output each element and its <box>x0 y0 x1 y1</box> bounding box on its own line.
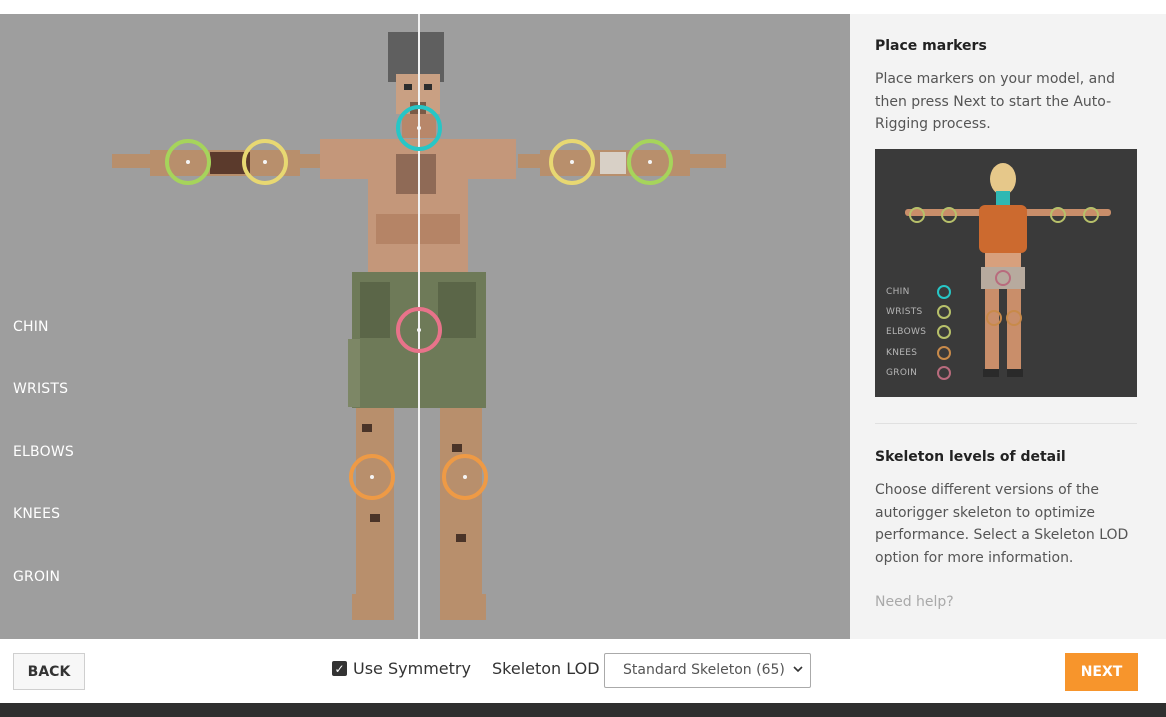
marker-label-chin: CHIN <box>13 319 49 335</box>
skeleton-lod-label: Skeleton LOD <box>492 659 600 678</box>
legend-elbows-ring-icon <box>937 325 951 339</box>
marker-label-wrists: WRISTS <box>13 381 69 397</box>
legend-label-groin: GROIN <box>886 368 918 378</box>
left-elbow-marker[interactable] <box>242 139 288 185</box>
top-bar <box>0 0 1166 14</box>
right-elbow-marker[interactable] <box>549 139 595 185</box>
back-button[interactable]: BACK <box>13 653 85 690</box>
footer-toolbar: BACK ✓ Use Symmetry Skeleton LOD Standar… <box>0 639 1166 703</box>
marker-label-elbows: ELBOWS <box>13 444 74 460</box>
next-button[interactable]: NEXT <box>1065 653 1138 691</box>
use-symmetry-toggle[interactable]: ✓ Use Symmetry <box>332 659 471 678</box>
legend-wrists-ring-icon <box>937 305 951 319</box>
right-wrist-marker[interactable] <box>627 139 673 185</box>
left-knee-marker[interactable] <box>349 454 395 500</box>
skeleton-lod-text: Choose different versions of the autorig… <box>875 482 1129 566</box>
instructions-panel: Place markers Place markers on your mode… <box>850 14 1166 639</box>
section-divider <box>875 423 1137 424</box>
marker-label-knees: KNEES <box>13 506 61 522</box>
need-help-link[interactable]: Need help? <box>875 594 954 610</box>
legend-label-wrists: WRISTS <box>886 307 923 317</box>
legend-label-elbows: ELBOWS <box>886 327 927 337</box>
place-markers-text: Place markers on your model, and then pr… <box>875 71 1116 132</box>
legend-label-knees: KNEES <box>886 348 918 358</box>
legend-label-chin: CHIN <box>886 287 910 297</box>
model-viewport[interactable]: CHIN WRISTS ELBOWS KNEES GROIN <box>0 14 850 639</box>
legend-groin-ring-icon <box>937 366 951 380</box>
legend-chin-ring-icon <box>937 285 951 299</box>
reference-character-image <box>905 163 1111 377</box>
skeleton-lod-select[interactable]: Standard Skeleton (65) <box>604 653 811 688</box>
right-knee-marker[interactable] <box>442 454 488 500</box>
groin-marker[interactable] <box>396 307 442 353</box>
chin-marker[interactable] <box>396 105 442 151</box>
skeleton-lod-title: Skeleton levels of detail <box>875 449 1066 465</box>
legend-knees-ring-icon <box>937 346 951 360</box>
marker-placement-diagram: CHIN WRISTS ELBOWS KNEES GROIN <box>875 149 1137 397</box>
skeleton-lod-value: Standard Skeleton (65) <box>623 662 785 678</box>
use-symmetry-label: Use Symmetry <box>353 659 471 678</box>
checkmark-icon: ✓ <box>334 661 345 676</box>
background-strip <box>0 703 1166 717</box>
use-symmetry-checkbox[interactable]: ✓ <box>332 661 347 676</box>
left-wrist-marker[interactable] <box>165 139 211 185</box>
marker-label-groin: GROIN <box>13 569 61 585</box>
place-markers-title: Place markers <box>875 38 987 54</box>
chevron-down-icon <box>793 666 803 673</box>
